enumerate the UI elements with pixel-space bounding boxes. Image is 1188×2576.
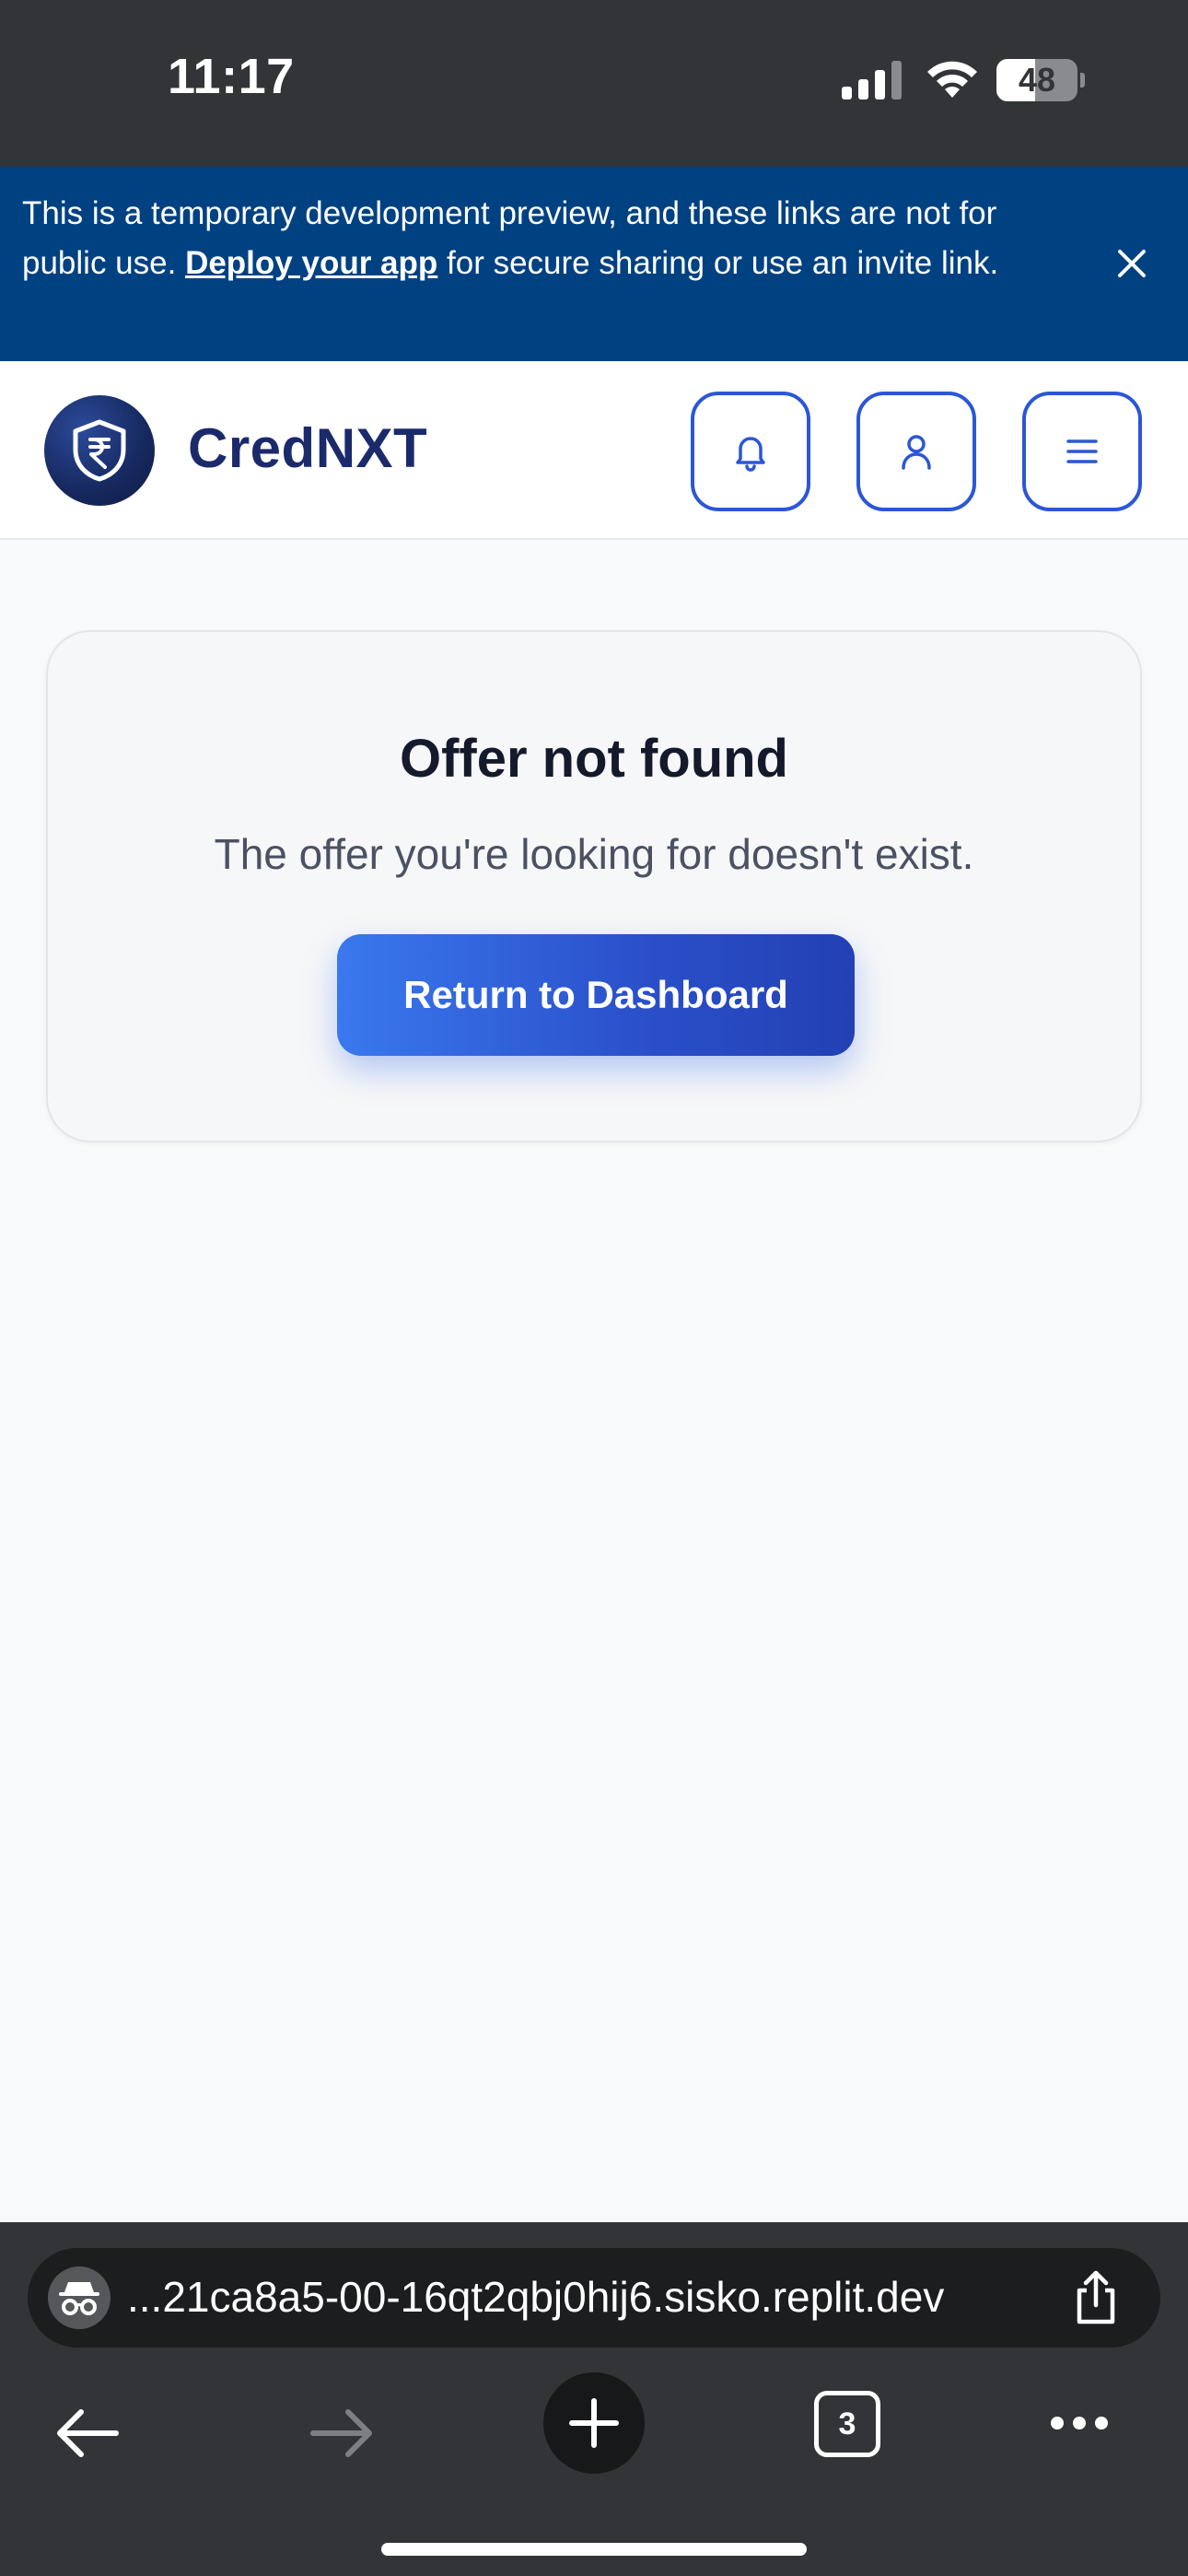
status-bar: 11:17 48 [0,0,1188,167]
close-icon[interactable] [1112,244,1151,283]
status-time: 11:17 [168,49,295,104]
notifications-button[interactable] [691,392,810,511]
bell-icon [736,437,765,472]
incognito-icon [59,2282,99,2315]
home-indicator[interactable] [381,2543,807,2556]
dev-preview-banner: This is a temporary development preview,… [0,167,1188,361]
ellipsis-icon[interactable] [1048,2412,1111,2434]
error-message: The offer you're looking for doesn't exi… [214,830,974,878]
address-bar[interactable]: ...21ca8a5-00-16qt2qbj0hij6.sisko.replit… [28,2248,1160,2348]
battery-icon: 48 [996,59,1085,101]
share-icon[interactable] [1070,2270,1122,2325]
menu-icon [1066,439,1098,463]
profile-button[interactable] [856,392,976,511]
plus-icon [569,2398,619,2448]
back-arrow-icon[interactable] [53,2406,122,2460]
banner-text-part: for secure sharing or use an invite link… [437,245,999,281]
menu-button[interactable] [1022,392,1142,511]
url-text: ...21ca8a5-00-16qt2qbj0hij6.sisko.replit… [127,2273,945,2321]
app-header: CredNXT [0,361,1188,540]
incognito-button[interactable] [48,2266,111,2329]
battery-percentage: 48 [1018,61,1056,99]
deploy-app-link[interactable]: Deploy your app [185,245,437,281]
offer-not-found-card: Offer not found The offer you're looking… [46,630,1142,1142]
page-title: Offer not found [399,729,788,789]
forward-arrow-icon[interactable] [308,2406,376,2460]
wifi-icon [927,61,977,98]
banner-text: This is a temporary development preview,… [22,189,1081,288]
new-tab-button[interactable] [543,2372,645,2474]
app-logo[interactable] [44,395,155,506]
user-icon [902,435,931,470]
tab-switcher-button[interactable]: 3 [814,2391,880,2457]
rupee-shield-icon [73,419,126,482]
brand-name: CredNXT [188,417,428,479]
return-to-dashboard-button[interactable]: Return to Dashboard [337,934,855,1056]
cellular-signal-icon [842,61,902,100]
